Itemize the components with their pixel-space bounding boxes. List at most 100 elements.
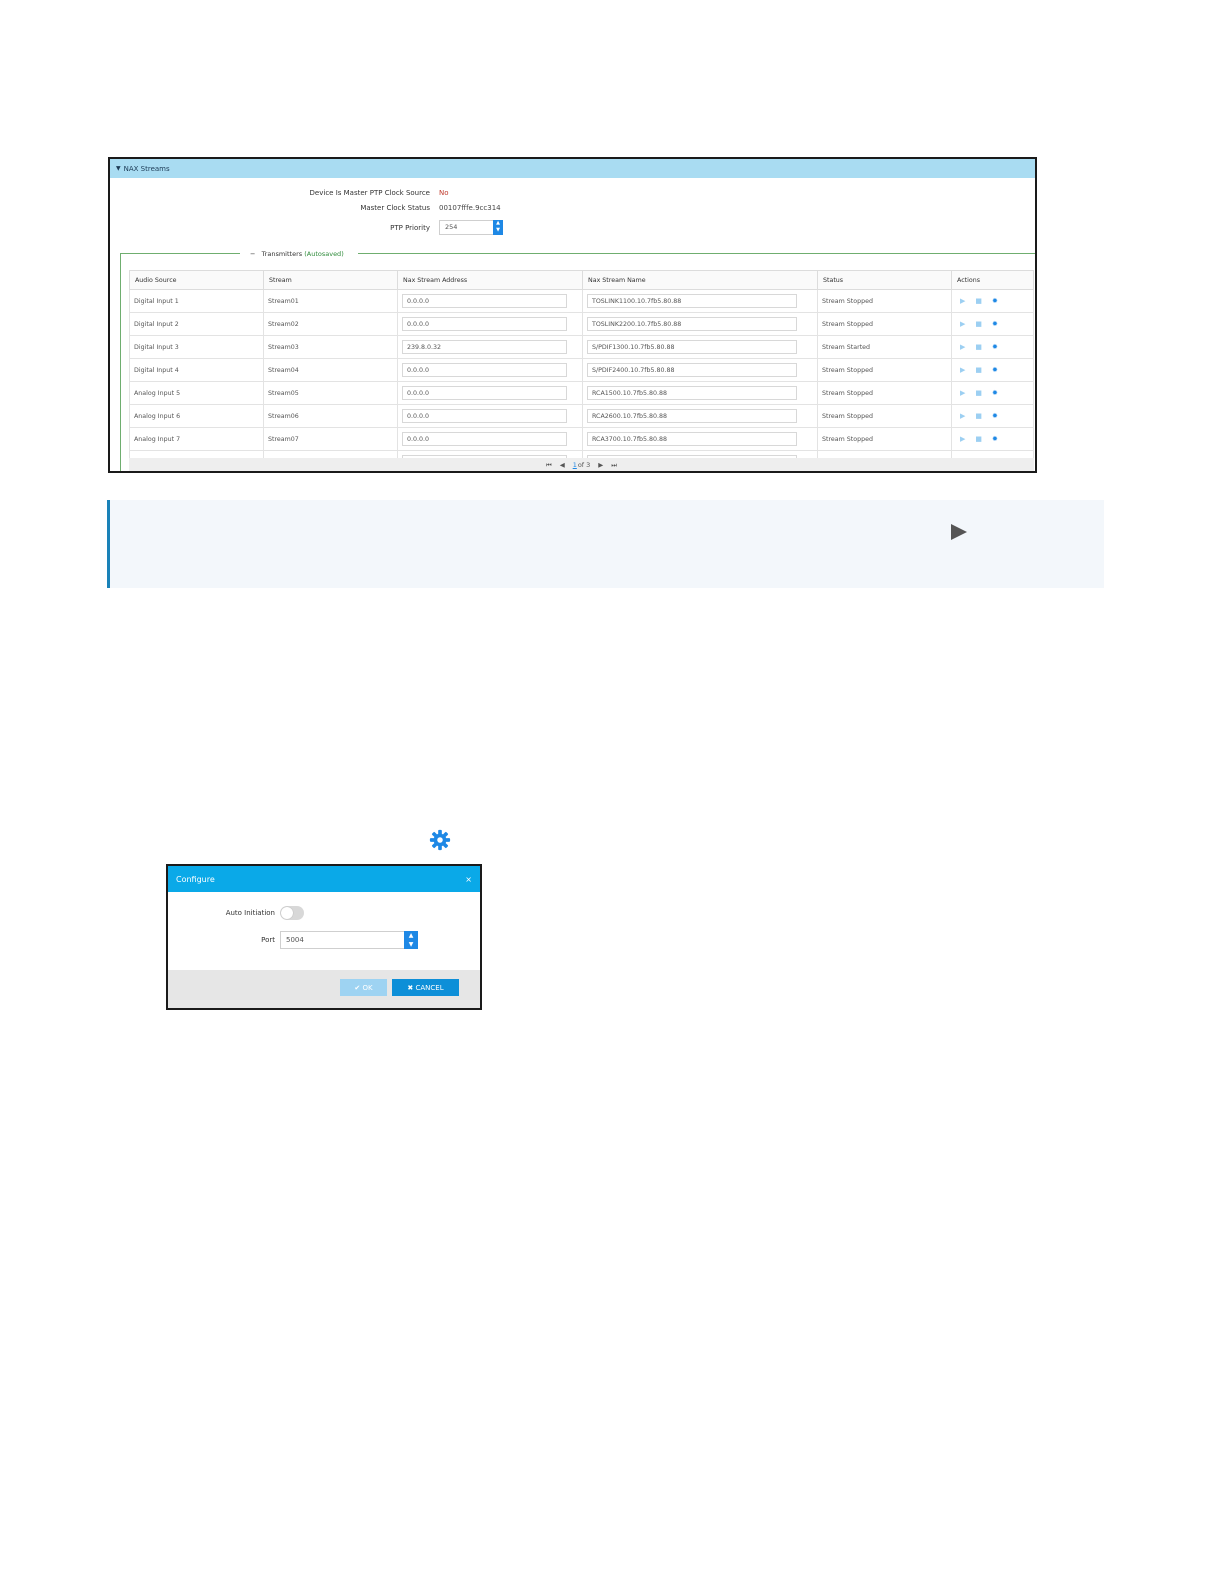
table-header-row: Audio Source Stream Nax Stream Address N…: [129, 270, 1034, 290]
audio-source-cell: Digital Input 3: [129, 335, 264, 359]
actions-cell: ▶ ■ ✹: [951, 427, 1034, 451]
ptp-priority-input[interactable]: 254 ▲ ▼: [439, 220, 503, 235]
address-cell: 0.0.0.0: [397, 289, 583, 313]
nax-address-input[interactable]: 0.0.0.0: [402, 409, 567, 423]
nax-name-input[interactable]: TOSLINK1100.10.7fb5.80.88: [587, 294, 797, 308]
ok-button[interactable]: ✔ OK: [340, 979, 387, 996]
ptp-priority-row: PTP Priority 254 ▲ ▼: [250, 220, 503, 235]
device-master-row: Device Is Master PTP Clock Source No: [250, 189, 449, 197]
dialog-title: Configure: [176, 874, 215, 884]
play-icon[interactable]: ▶: [960, 435, 965, 443]
nax-name-input[interactable]: RCA3700.10.7fb5.80.88: [587, 432, 797, 446]
note-box: [107, 500, 1104, 588]
nax-address-input[interactable]: 0.0.0.0: [402, 432, 567, 446]
master-clock-label: Master Clock Status: [360, 204, 430, 212]
stream-cell: Stream03: [263, 335, 398, 359]
play-icon[interactable]: ▶: [960, 366, 965, 374]
next-page-icon[interactable]: ▶: [598, 461, 603, 469]
nax-address-input[interactable]: 0.0.0.0: [402, 363, 567, 377]
collapse-icon[interactable]: −: [250, 250, 255, 258]
stream-cell: Stream05: [263, 381, 398, 405]
stop-icon[interactable]: ■: [975, 366, 982, 374]
table-row: Analog Input 6 Stream06 0.0.0.0 RCA2600.10.…: [129, 404, 1034, 428]
spin-down-icon[interactable]: ▼: [404, 940, 418, 949]
configure-dialog: Configure × Auto Initiation Port 5004 ▲ …: [166, 864, 482, 1010]
gear-icon[interactable]: ✹: [992, 297, 998, 305]
status-cell: Stream Stopped: [817, 289, 952, 313]
gear-icon[interactable]: ✹: [992, 435, 998, 443]
prev-page-icon[interactable]: ◀: [560, 461, 565, 469]
stop-icon[interactable]: ■: [975, 412, 982, 420]
stream-cell: Stream04: [263, 358, 398, 382]
col-audio-source: Audio Source: [129, 270, 264, 290]
gear-icon[interactable]: ✹: [992, 389, 998, 397]
gear-icon[interactable]: ✹: [992, 343, 998, 351]
status-cell: Stream Stopped: [817, 427, 952, 451]
cancel-button[interactable]: ✖ CANCEL: [392, 979, 459, 996]
col-nax-name: Nax Stream Name: [582, 270, 818, 290]
port-row: Port 5004 ▲ ▼: [168, 931, 418, 949]
stream-cell: Stream06: [263, 404, 398, 428]
nax-streams-screenshot: ▼ NAX Streams Device Is Master PTP Clock…: [108, 157, 1037, 473]
spin-up-icon[interactable]: ▲: [493, 220, 503, 227]
stream-cell: Stream07: [263, 427, 398, 451]
col-stream: Stream: [263, 270, 398, 290]
nax-name-input[interactable]: RCA2600.10.7fb5.80.88: [587, 409, 797, 423]
gear-icon[interactable]: ✹: [992, 412, 998, 420]
nax-name-input[interactable]: S/PDIF2400.10.7fb5.80.88: [587, 363, 797, 377]
dialog-footer: ✔ OK ✖ CANCEL: [168, 970, 480, 1008]
address-cell: 0.0.0.0: [397, 404, 583, 428]
table-row: Digital Input 1 Stream01 0.0.0.0 TOSLINK110…: [129, 289, 1034, 313]
master-clock-row: Master Clock Status 00107fffe.9cc314: [250, 204, 501, 212]
play-icon[interactable]: ▶: [960, 412, 965, 420]
address-cell: 0.0.0.0: [397, 381, 583, 405]
name-cell: RCA2600.10.7fb5.80.88: [582, 404, 818, 428]
audio-source-cell: Digital Input 1: [129, 289, 264, 313]
spin-down-icon[interactable]: ▼: [493, 227, 503, 234]
stop-icon[interactable]: ■: [975, 389, 982, 397]
nax-streams-header[interactable]: ▼ NAX Streams: [110, 159, 1035, 178]
gear-icon[interactable]: ✹: [992, 320, 998, 328]
device-master-label: Device Is Master PTP Clock Source: [309, 189, 430, 197]
nax-name-input[interactable]: S/PDIF1300.10.7fb5.80.88: [587, 340, 797, 354]
play-icon[interactable]: ▶: [960, 297, 965, 305]
port-input[interactable]: 5004 ▲ ▼: [280, 931, 418, 949]
address-cell: 239.8.0.32: [397, 335, 583, 359]
close-icon[interactable]: ×: [465, 875, 472, 884]
nax-address-input[interactable]: 0.0.0.0: [402, 317, 567, 331]
master-clock-value: 00107fffe.9cc314: [439, 204, 501, 212]
dialog-header: Configure ×: [168, 866, 480, 892]
stop-icon[interactable]: ■: [975, 435, 982, 443]
auto-initiation-toggle[interactable]: [280, 906, 304, 920]
transmitters-legend[interactable]: − Transmitters (Autosaved): [240, 250, 358, 258]
nax-address-input[interactable]: 239.8.0.32: [402, 340, 567, 354]
first-page-icon[interactable]: ⏮: [546, 461, 552, 470]
address-cell: 0.0.0.0: [397, 427, 583, 451]
stream-cell: Stream01: [263, 289, 398, 313]
current-page[interactable]: 1: [573, 461, 577, 469]
port-spinner[interactable]: ▲ ▼: [404, 931, 418, 949]
spin-up-icon[interactable]: ▲: [404, 931, 418, 940]
transmitters-label: Transmitters: [261, 250, 303, 258]
status-cell: Stream Stopped: [817, 358, 952, 382]
stop-icon[interactable]: ■: [975, 343, 982, 351]
play-icon[interactable]: ▶: [960, 343, 965, 351]
stop-icon[interactable]: ■: [975, 320, 982, 328]
ptp-priority-spinner[interactable]: ▲ ▼: [493, 220, 503, 235]
nax-name-input[interactable]: TOSLINK2200.10.7fb5.80.88: [587, 317, 797, 331]
nax-address-input[interactable]: 0.0.0.0: [402, 386, 567, 400]
status-cell: Stream Stopped: [817, 381, 952, 405]
stream-cell: Stream02: [263, 312, 398, 336]
play-icon[interactable]: ▶: [960, 389, 965, 397]
gear-icon[interactable]: ✹: [992, 366, 998, 374]
last-page-icon[interactable]: ⏭: [611, 461, 617, 470]
play-icon[interactable]: ▶: [960, 320, 965, 328]
stop-icon[interactable]: ■: [975, 297, 982, 305]
nax-name-input[interactable]: RCA1500.10.7fb5.80.88: [587, 386, 797, 400]
nax-address-input[interactable]: 0.0.0.0: [402, 294, 567, 308]
transmitters-table: Audio Source Stream Nax Stream Address N…: [129, 270, 1034, 471]
play-icon: [951, 524, 967, 540]
table-row: Digital Input 3 Stream03 239.8.0.32 S/PDIF1…: [129, 335, 1034, 359]
auto-initiation-row: Auto Initiation: [168, 906, 304, 920]
col-status: Status: [817, 270, 952, 290]
